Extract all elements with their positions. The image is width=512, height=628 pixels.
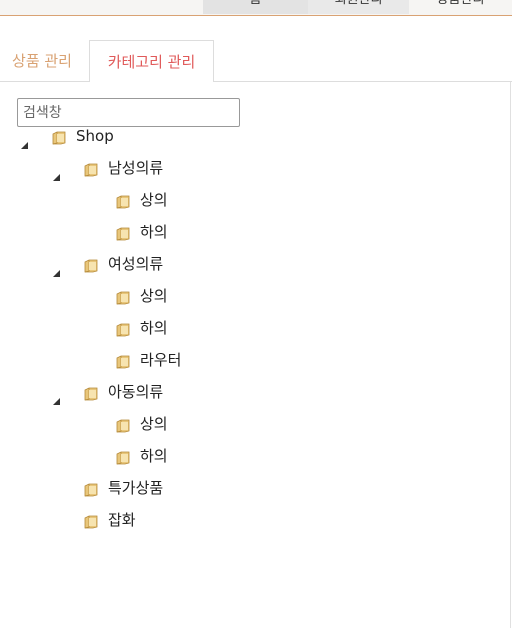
tree-node-label[interactable]: 상의 <box>140 188 168 212</box>
tree-node-label[interactable]: 하의 <box>140 220 168 244</box>
category-panel: Shop남성의류상의하의여성의류상의하의라우터아동의류상의하의특가상품잡화 <box>0 82 512 628</box>
tree-node[interactable]: 여성의류 <box>0 252 500 277</box>
tree-node-label[interactable]: 하의 <box>140 316 168 340</box>
tab-product-management[interactable]: 상품 관리 <box>0 40 84 81</box>
tree-node[interactable]: 라우터 <box>0 348 500 372</box>
tree-node-label[interactable]: 아동의류 <box>108 380 163 404</box>
folder-icon <box>116 416 131 433</box>
tab-bar: 상품 관리 카테고리 관리 <box>0 40 512 82</box>
expand-toggle-icon[interactable] <box>53 164 60 181</box>
tree-node-label[interactable]: 특가상품 <box>108 476 163 500</box>
tab-category-management[interactable]: 카테고리 관리 <box>89 40 214 82</box>
panel-border <box>510 82 511 628</box>
tree-node-label[interactable]: 남성의류 <box>108 156 163 180</box>
tree-node-label[interactable]: 라우터 <box>140 348 181 372</box>
tree-node-label[interactable]: 여성의류 <box>108 252 163 276</box>
folder-icon <box>116 320 131 337</box>
tree-node[interactable]: 상의 <box>0 284 500 308</box>
top-navigation: 홈 회원관리 상품관리 <box>0 0 512 16</box>
tree-node[interactable]: 잡화 <box>0 508 500 532</box>
folder-icon <box>116 448 131 465</box>
expand-toggle-icon[interactable] <box>53 260 60 277</box>
tree-node[interactable]: 상의 <box>0 188 500 212</box>
tree-node[interactable]: 남성의류 <box>0 156 500 181</box>
nav-item-home[interactable]: 홈 <box>203 0 308 14</box>
tree-node-label[interactable]: 상의 <box>140 284 168 308</box>
folder-icon <box>84 480 99 497</box>
folder-icon <box>116 224 131 241</box>
tree-node-label[interactable]: Shop <box>76 124 114 148</box>
tree-node[interactable]: 특가상품 <box>0 476 500 500</box>
folder-icon <box>84 384 99 401</box>
folder-icon <box>52 128 67 145</box>
tree-node-label[interactable]: 상의 <box>140 412 168 436</box>
folder-icon <box>116 352 131 369</box>
expand-toggle-icon[interactable] <box>21 132 28 149</box>
folder-icon <box>116 288 131 305</box>
folder-icon <box>84 512 99 529</box>
tree-node[interactable]: Shop <box>0 124 500 149</box>
nav-divider <box>0 15 512 16</box>
folder-icon <box>84 256 99 273</box>
tree-node[interactable]: 하의 <box>0 444 500 468</box>
nav-item-products[interactable]: 상품관리 <box>409 0 512 14</box>
tree-node[interactable]: 하의 <box>0 220 500 244</box>
expand-toggle-icon[interactable] <box>53 388 60 405</box>
tree-node[interactable]: 하의 <box>0 316 500 340</box>
tree-node-label[interactable]: 잡화 <box>108 508 136 532</box>
tree-node[interactable]: 상의 <box>0 412 500 436</box>
tree-node[interactable]: 아동의류 <box>0 380 500 405</box>
folder-icon <box>116 192 131 209</box>
tree-node-label[interactable]: 하의 <box>140 444 168 468</box>
search-input[interactable] <box>17 98 240 127</box>
folder-icon <box>84 160 99 177</box>
nav-item-members[interactable]: 회원관리 <box>308 0 409 14</box>
